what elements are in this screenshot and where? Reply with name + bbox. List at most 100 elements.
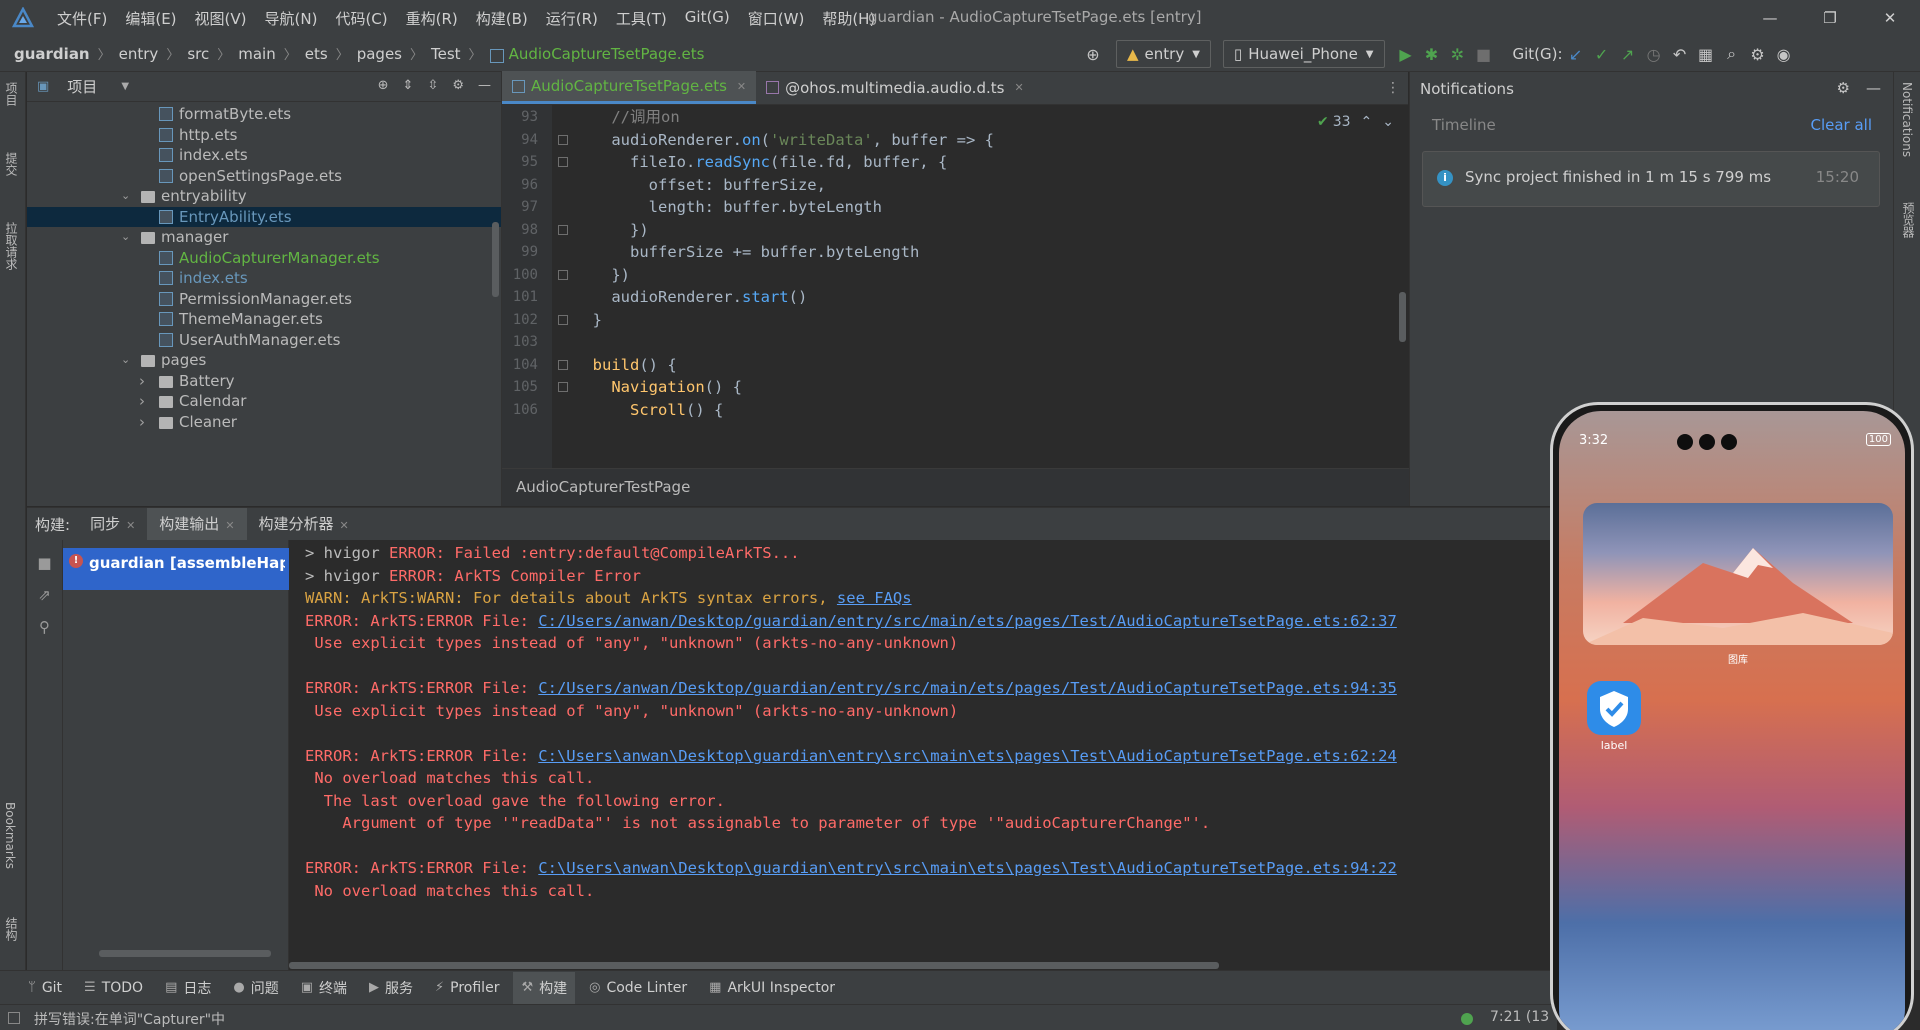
menu-item[interactable]: 视图(V) (186, 8, 256, 29)
tool-window-git[interactable]: ᛘ Git (28, 980, 62, 996)
close-button[interactable]: ✕ (1860, 0, 1920, 36)
tool-window-profiler[interactable]: ⚡ Profiler (435, 980, 499, 996)
file-link[interactable]: C:\Users\anwan\Desktop\guardian\entry\sr… (538, 859, 1397, 877)
device-selector[interactable]: ▯ Huawei_Phone ▼ (1222, 40, 1385, 68)
file-link[interactable]: C:\Users\anwan\Desktop\guardian\entry\sr… (538, 747, 1397, 765)
breadcrumb-item[interactable]: Test (431, 45, 461, 63)
tree-file[interactable]: index.ets (27, 145, 501, 166)
caret-position[interactable]: 7:21 (13 (1490, 1009, 1549, 1025)
tool-window-code-linter[interactable]: ◎ Code Linter (589, 980, 687, 996)
menu-item[interactable]: 导航(N) (256, 8, 327, 29)
close-tab-icon[interactable]: ✕ (340, 519, 349, 532)
file-link[interactable]: see FAQs (837, 589, 912, 607)
git-commit-icon[interactable]: ✓ (1589, 45, 1615, 64)
pin-icon[interactable]: ⚲ (27, 618, 62, 636)
tree-file[interactable]: index.ets (27, 268, 501, 289)
tree-file[interactable]: PermissionManager.ets (27, 289, 501, 310)
fold-marker-icon[interactable] (558, 157, 568, 167)
notification-card[interactable]: i Sync project finished in 1 m 15 s 799 … (1422, 151, 1880, 207)
search-icon[interactable]: ⌕ (1719, 44, 1745, 64)
target-icon[interactable]: ⊕ (1080, 45, 1106, 64)
tree-file[interactable]: EntryAbility.ets (27, 206, 501, 227)
close-tab-icon[interactable]: ✕ (737, 80, 746, 93)
tree-folder[interactable]: › Cleaner (27, 412, 501, 433)
settings-gear-icon[interactable]: ⚙ (1745, 45, 1771, 64)
previous-highlight-icon[interactable]: ⌃ (1361, 114, 1373, 130)
debug-icon[interactable]: ✱ (1419, 45, 1445, 64)
collapse-all-icon[interactable]: ⇳ (427, 78, 438, 93)
stop-icon[interactable]: ■ (1471, 45, 1497, 64)
tree-file[interactable]: formatByte.ets (27, 104, 501, 125)
breadcrumb-file[interactable]: AudioCaptureTsetPage.ets (509, 45, 705, 63)
tree-folder[interactable]: ⌄ manager (27, 227, 501, 248)
tool-tab-project[interactable]: 项目 (3, 82, 20, 106)
tool-window-服务[interactable]: ▶ 服务 (369, 978, 413, 998)
tool-window-终端[interactable]: ▣ 终端 (301, 978, 347, 998)
close-tab-icon[interactable]: ✕ (225, 519, 234, 532)
chevron-down-icon[interactable]: ▼ (121, 81, 129, 92)
menu-item[interactable]: 重构(R) (397, 8, 467, 29)
more-options-icon[interactable]: ⋮ (1386, 80, 1400, 96)
settings-gear-icon[interactable]: ⚙ (452, 78, 464, 93)
build-tree-scrollbar[interactable] (99, 950, 271, 957)
open-external-icon[interactable]: ⇗ (27, 586, 62, 604)
chevron-right-icon[interactable]: › (139, 391, 151, 412)
tool-tab-bookmarks[interactable]: Bookmarks (3, 802, 17, 869)
menu-item[interactable]: 工具(T) (607, 8, 676, 29)
git-history-icon[interactable]: ◷ (1641, 45, 1667, 64)
tree-folder[interactable]: › Calendar (27, 391, 501, 412)
fold-marker-icon[interactable] (558, 359, 568, 370)
menu-item[interactable]: 窗口(W) (739, 8, 814, 29)
chevron-down-icon[interactable]: ⌄ (121, 227, 133, 248)
hide-panel-icon[interactable]: — (1866, 79, 1881, 97)
tool-tab-notifications[interactable]: Notifications (1900, 82, 1914, 157)
build-tree-item[interactable]: ! guardian [assembleHap]: 失败 (63, 548, 289, 590)
breadcrumb-item[interactable]: ets (305, 45, 328, 63)
tree-file[interactable]: http.ets (27, 125, 501, 146)
editor-tab-audiocapture[interactable]: AudioCaptureTsetPage.ets ✕ (502, 71, 757, 104)
attach-debugger-icon[interactable]: ✲ (1445, 45, 1471, 64)
tree-folder[interactable]: ⌄ pages (27, 350, 501, 371)
account-icon[interactable]: ◉ (1771, 45, 1797, 64)
tree-file[interactable]: openSettingsPage.ets (27, 166, 501, 187)
file-link[interactable]: C:/Users/anwan/Desktop/guardian/entry/sr… (538, 679, 1397, 697)
menu-item[interactable]: 构建(B) (467, 8, 537, 29)
tree-file[interactable]: UserAuthManager.ets (27, 330, 501, 351)
locate-file-icon[interactable]: ⊕ (378, 78, 389, 93)
breadcrumb-item[interactable]: entry (119, 45, 159, 63)
minimize-button[interactable]: — (1740, 0, 1800, 36)
editor-scrollbar[interactable] (1399, 292, 1406, 342)
breadcrumb-item[interactable]: pages (357, 45, 402, 63)
git-update-icon[interactable]: ↙ (1563, 45, 1589, 64)
tree-folder[interactable]: › Battery (27, 371, 501, 392)
tool-tab-structure[interactable]: 结构 (3, 917, 20, 941)
chevron-right-icon[interactable]: › (139, 412, 151, 433)
fold-marker-icon[interactable] (558, 314, 568, 325)
menu-item[interactable]: 代码(C) (326, 8, 396, 29)
build-tab-sync[interactable]: 同步 ✕ (78, 508, 147, 540)
fold-marker-icon[interactable] (558, 134, 568, 145)
menu-item[interactable]: 文件(F) (48, 8, 116, 29)
tool-tab-previewer[interactable]: 预览器 (1900, 202, 1917, 238)
breadcrumb-item[interactable]: main (238, 45, 275, 63)
menu-item[interactable]: Git(G) (676, 8, 739, 29)
editor-tab-audio-dts[interactable]: @ohos.multimedia.audio.d.ts ✕ (756, 71, 1034, 104)
rollback-icon[interactable]: ↶ (1667, 45, 1693, 64)
tool-tab-pull-requests[interactable]: 拉取请求 (3, 222, 20, 270)
tool-tab-commit[interactable]: 提交 (3, 152, 20, 176)
chevron-down-icon[interactable]: ⌄ (121, 350, 133, 371)
fold-marker-icon[interactable] (558, 269, 568, 280)
fold-marker-icon[interactable] (558, 224, 568, 235)
build-output-scrollbar[interactable] (289, 962, 1219, 969)
build-output-console[interactable]: > hvigor ERROR: Failed :entry:default@Co… (289, 540, 1557, 971)
editor-breadcrumb[interactable]: AudioCapturerTestPage (502, 468, 1409, 506)
tool-window-构建[interactable]: ⚒ 构建 (513, 971, 576, 1004)
tool-window-日志[interactable]: ▤ 日志 (165, 978, 211, 998)
close-tab-icon[interactable]: ✕ (126, 519, 135, 532)
breadcrumb-item[interactable]: guardian (14, 45, 90, 63)
project-panel-title[interactable]: 项目 (67, 76, 97, 97)
chevron-down-icon[interactable]: ⌄ (121, 186, 133, 207)
next-highlight-icon[interactable]: ⌄ (1382, 114, 1394, 130)
app-shield-icon[interactable] (1587, 681, 1641, 735)
stop-build-icon[interactable]: ■ (27, 554, 62, 572)
